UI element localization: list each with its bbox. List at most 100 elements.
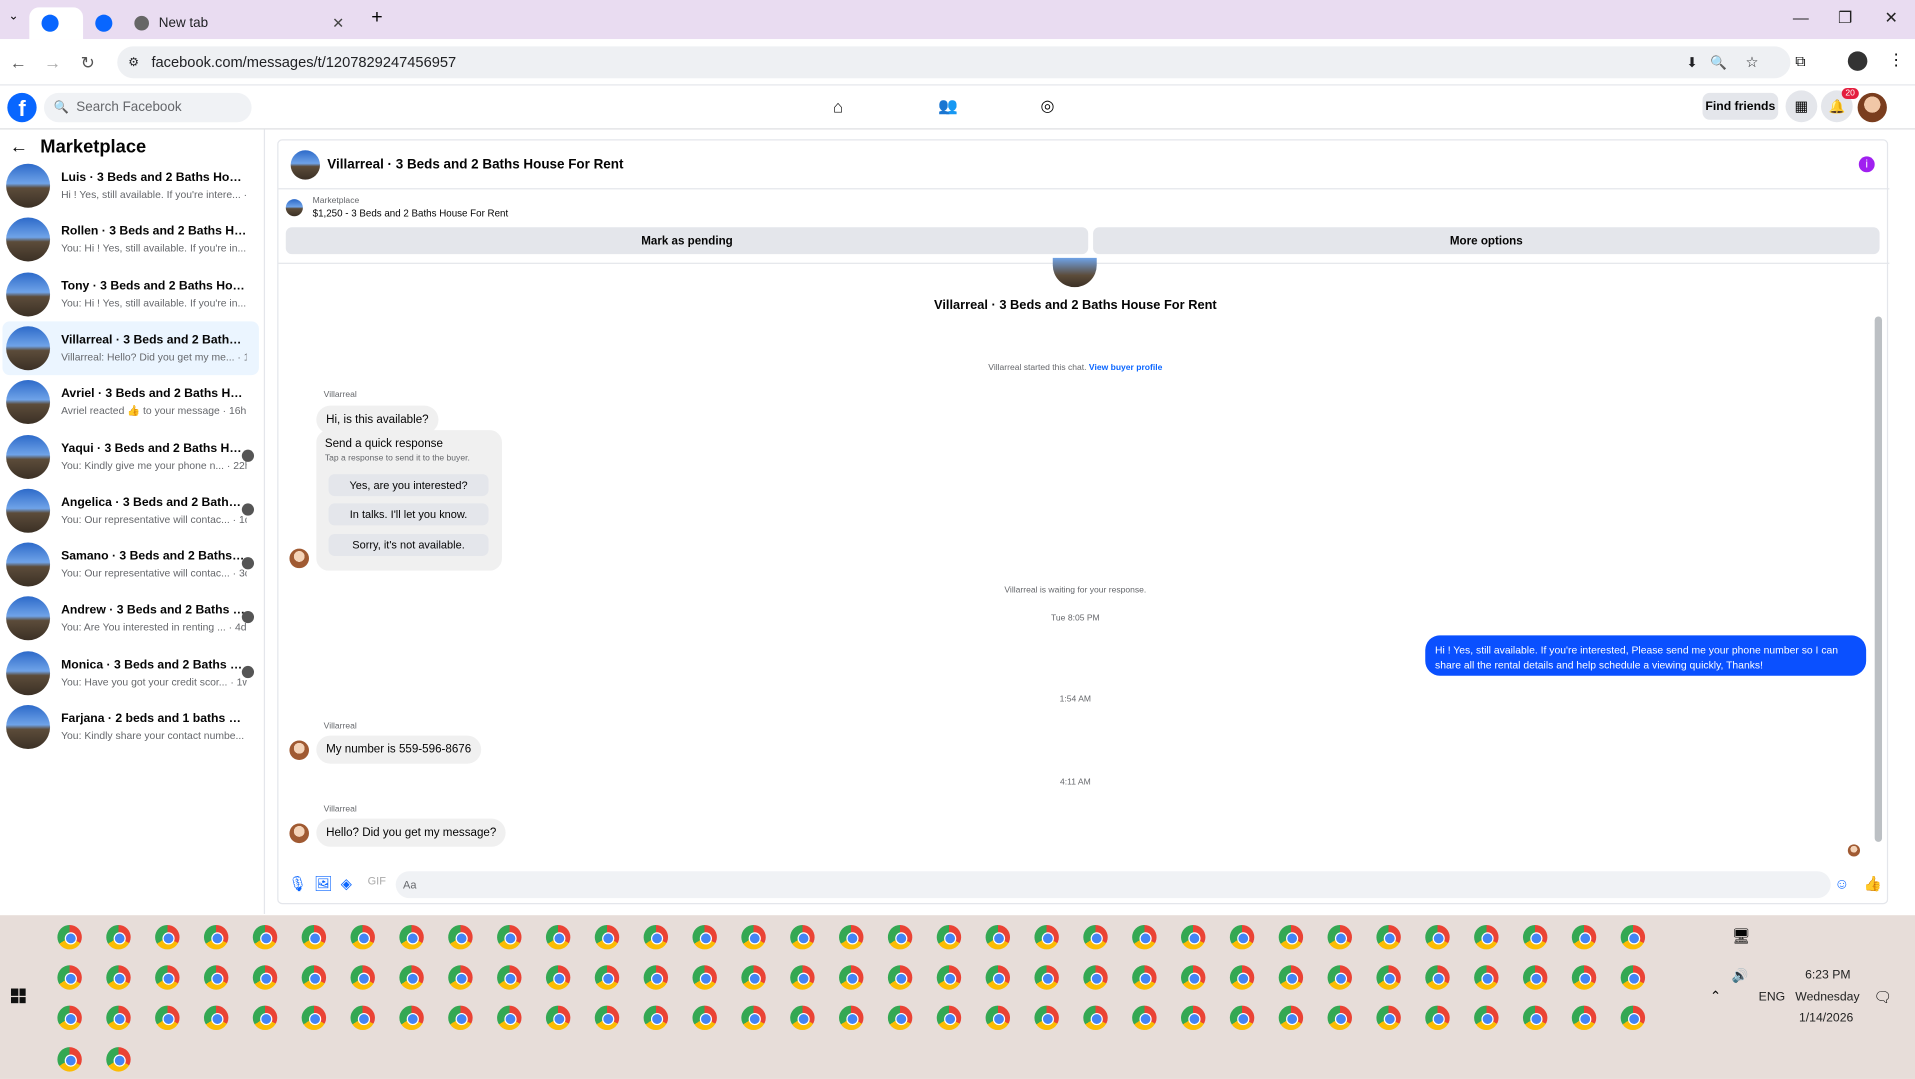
- chrome-app-icon[interactable]: [1229, 965, 1255, 990]
- clock-date[interactable]: 1/14/2026: [1799, 1012, 1853, 1025]
- chrome-app-icon[interactable]: [790, 965, 815, 990]
- chrome-app-icon[interactable]: [1425, 965, 1450, 990]
- conversation-item[interactable]: Rollen · 3 Beds and 2 Baths House ... You…: [2, 213, 258, 267]
- chrome-app-icon[interactable]: [1474, 965, 1499, 990]
- forward-icon[interactable]: →: [44, 53, 61, 73]
- conversation-item[interactable]: Luis · 3 Beds and 2 Baths House Fo... Hi …: [2, 159, 258, 213]
- chrome-app-icon[interactable]: [594, 1005, 620, 1031]
- view-buyer-profile-link[interactable]: View buyer profile: [1089, 364, 1162, 373]
- chrome-app-icon[interactable]: [57, 924, 82, 950]
- chrome-app-icon[interactable]: [301, 924, 327, 950]
- clock-time[interactable]: 6:23 PM: [1805, 969, 1850, 982]
- clock-day[interactable]: Wednesday: [1795, 991, 1859, 1004]
- tab-facebook[interactable]: [83, 7, 125, 39]
- chrome-app-icon[interactable]: [252, 924, 278, 950]
- chrome-app-icon[interactable]: [887, 965, 913, 990]
- photo-icon[interactable]: 🖼: [314, 875, 333, 892]
- tray-chevron-icon[interactable]: ⌃: [1710, 989, 1721, 1005]
- chrome-app-icon[interactable]: [1180, 1005, 1206, 1031]
- chrome-app-icon[interactable]: [741, 924, 766, 950]
- chrome-app-icon[interactable]: [203, 924, 229, 950]
- quick-response-yes[interactable]: Yes, are you interested?: [328, 474, 489, 497]
- chrome-app-icon[interactable]: [545, 924, 571, 950]
- chrome-app-icon[interactable]: [839, 965, 864, 990]
- chrome-app-icon[interactable]: [155, 1005, 180, 1031]
- account-avatar[interactable]: [1857, 92, 1887, 123]
- chrome-app-icon[interactable]: [1571, 1005, 1597, 1031]
- home-icon[interactable]: ⌂: [833, 97, 843, 117]
- chrome-app-icon[interactable]: [1474, 924, 1499, 950]
- chrome-app-icon[interactable]: [839, 924, 864, 950]
- chrome-app-icon[interactable]: [985, 924, 1011, 950]
- site-info-icon[interactable]: ⚙: [128, 56, 139, 69]
- back-icon[interactable]: ←: [10, 53, 27, 73]
- sticker-icon[interactable]: ◈: [341, 875, 352, 892]
- facebook-logo[interactable]: f: [7, 92, 37, 123]
- chrome-app-icon[interactable]: [1034, 965, 1059, 990]
- chrome-app-icon[interactable]: [155, 924, 180, 950]
- zoom-icon[interactable]: 🔍: [1710, 54, 1727, 71]
- conversation-item[interactable]: Monica · 3 Beds and 2 Baths Ho... You: Ha…: [2, 646, 258, 700]
- page-scrollbar[interactable]: [1872, 261, 1884, 909]
- chrome-app-icon[interactable]: [594, 924, 620, 950]
- network-icon[interactable]: 🖥: [1732, 927, 1751, 944]
- chrome-app-icon[interactable]: [1034, 924, 1059, 950]
- volume-icon[interactable]: 🔊: [1732, 968, 1749, 984]
- more-options-button[interactable]: More options: [1093, 227, 1880, 255]
- friends-icon[interactable]: 👥: [938, 97, 958, 117]
- windows-start-icon[interactable]: [10, 988, 26, 1004]
- close-window-icon[interactable]: ✕: [1884, 9, 1897, 29]
- chrome-app-icon[interactable]: [399, 1005, 424, 1031]
- chrome-app-icon[interactable]: [643, 924, 669, 950]
- chrome-app-icon[interactable]: [1229, 924, 1255, 950]
- scrollbar-thumb[interactable]: [1874, 316, 1883, 842]
- tab-new-tab[interactable]: New tab ✕: [122, 7, 354, 39]
- chrome-app-icon[interactable]: [790, 924, 815, 950]
- chrome-app-icon[interactable]: [887, 924, 913, 950]
- chrome-app-icon[interactable]: [1083, 1005, 1108, 1031]
- chrome-app-icon[interactable]: [1034, 1005, 1059, 1031]
- chrome-app-icon[interactable]: [203, 965, 229, 990]
- chrome-app-icon[interactable]: [57, 965, 82, 990]
- chrome-app-icon[interactable]: [545, 965, 571, 990]
- chrome-app-icon[interactable]: [57, 1005, 82, 1031]
- chrome-app-icon[interactable]: [643, 965, 669, 990]
- chrome-app-icon[interactable]: [497, 965, 522, 990]
- conversation-item[interactable]: Angelica · 3 Beds and 2 Baths H... You: O…: [2, 484, 258, 538]
- conversation-item[interactable]: Villarreal · 3 Beds and 2 Baths Hou... Vi…: [2, 321, 259, 375]
- chrome-app-icon[interactable]: [106, 1005, 131, 1031]
- chrome-app-icon[interactable]: [350, 965, 375, 990]
- chrome-app-icon[interactable]: [350, 924, 375, 950]
- close-tab-icon[interactable]: ✕: [332, 15, 344, 32]
- chrome-app-icon[interactable]: [252, 1005, 278, 1031]
- chrome-app-icon[interactable]: [106, 1047, 131, 1072]
- listing-info[interactable]: Marketplace $1,250 - 3 Beds and 2 Baths …: [285, 197, 508, 219]
- conversation-item[interactable]: Avriel · 3 Beds and 2 Baths House ... Avr…: [2, 375, 258, 429]
- chrome-app-icon[interactable]: [399, 924, 424, 950]
- tab-list-chevron-icon[interactable]: ⌄: [9, 10, 19, 23]
- chrome-app-icon[interactable]: [936, 924, 962, 950]
- chrome-app-icon[interactable]: [252, 965, 278, 990]
- new-tab-button[interactable]: +: [371, 7, 382, 29]
- chrome-app-icon[interactable]: [1132, 1005, 1157, 1031]
- chat-title[interactable]: Villarreal · 3 Beds and 2 Baths House Fo…: [327, 157, 623, 172]
- chrome-app-icon[interactable]: [448, 924, 473, 950]
- chrome-app-icon[interactable]: [1180, 965, 1206, 990]
- chrome-app-icon[interactable]: [301, 965, 327, 990]
- chrome-app-icon[interactable]: [545, 1005, 571, 1031]
- chrome-app-icon[interactable]: [1425, 924, 1450, 950]
- chrome-app-icon[interactable]: [936, 965, 962, 990]
- conversation-item[interactable]: Tony · 3 Beds and 2 Baths House F... You:…: [2, 267, 258, 321]
- chrome-app-icon[interactable]: [350, 1005, 375, 1031]
- chrome-app-icon[interactable]: [985, 1005, 1011, 1031]
- conversation-item[interactable]: Yaqui · 3 Beds and 2 Baths Hous... You: K…: [2, 429, 258, 483]
- chrome-app-icon[interactable]: [1376, 965, 1401, 990]
- chrome-app-icon[interactable]: [448, 965, 473, 990]
- bookmark-star-icon[interactable]: ☆: [1746, 54, 1759, 71]
- chrome-app-icon[interactable]: [1522, 924, 1548, 950]
- quick-response-in-talks[interactable]: In talks. I'll let you know.: [328, 503, 489, 526]
- emoji-icon[interactable]: ☺: [1834, 875, 1849, 892]
- chrome-app-icon[interactable]: [1327, 1005, 1352, 1031]
- chrome-app-icon[interactable]: [1571, 924, 1597, 950]
- microphone-icon[interactable]: 🎙: [288, 875, 307, 892]
